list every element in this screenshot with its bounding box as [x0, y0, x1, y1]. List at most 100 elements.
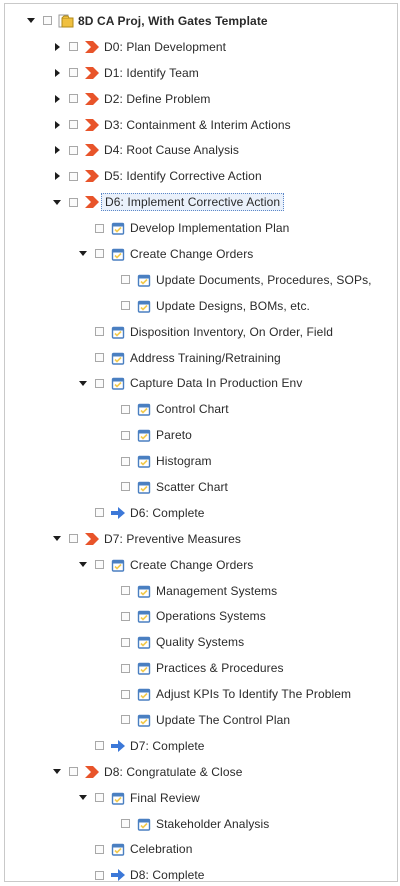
tree-row-label[interactable]: Histogram	[156, 454, 212, 468]
row-checkbox[interactable]	[69, 171, 78, 181]
row-checkbox[interactable]	[95, 378, 104, 388]
row-checkbox[interactable]	[121, 404, 130, 414]
expand-toggle-icon[interactable]	[51, 41, 63, 53]
tree-row-label[interactable]: D4: Root Cause Analysis	[104, 143, 239, 157]
tree-row-label[interactable]: D7: Preventive Measures	[104, 532, 241, 546]
tree-row[interactable]: Develop Implementation Plan	[5, 215, 395, 241]
collapse-toggle-icon[interactable]	[51, 533, 63, 545]
tree-row-label[interactable]: Control Chart	[156, 402, 229, 416]
tree-row[interactable]: Stakeholder Analysis	[5, 811, 395, 837]
tree-row[interactable]: Control Chart	[5, 396, 395, 422]
tree-row[interactable]: D8: Complete	[5, 862, 395, 881]
tree-row[interactable]: D4: Root Cause Analysis	[5, 137, 395, 163]
tree-row-label[interactable]: Practices & Procedures	[156, 661, 284, 675]
tree-row-label[interactable]: Create Change Orders	[130, 247, 253, 261]
tree-row[interactable]: Address Training/Retraining	[5, 345, 395, 371]
collapse-toggle-icon[interactable]	[25, 15, 37, 27]
tree-row-label[interactable]: Create Change Orders	[130, 558, 253, 572]
row-checkbox[interactable]	[95, 844, 104, 854]
tree-row-label[interactable]: D7: Complete	[130, 739, 205, 753]
tree-row[interactable]: D7: Preventive Measures	[5, 526, 395, 552]
tree-row[interactable]: Celebration	[5, 837, 395, 863]
expand-toggle-icon[interactable]	[51, 67, 63, 79]
row-checkbox[interactable]	[121, 275, 130, 285]
row-checkbox[interactable]	[121, 819, 130, 829]
row-checkbox[interactable]	[69, 767, 78, 777]
expand-toggle-icon[interactable]	[51, 170, 63, 182]
row-checkbox[interactable]	[69, 197, 78, 207]
tree-row[interactable]: Scatter Chart	[5, 474, 395, 500]
tree-row-label[interactable]: D1: Identify Team	[104, 66, 199, 80]
row-checkbox[interactable]	[69, 145, 78, 155]
tree-row-label[interactable]: Stakeholder Analysis	[156, 817, 269, 831]
tree-row[interactable]: D1: Identify Team	[5, 60, 395, 86]
collapse-toggle-icon[interactable]	[77, 377, 89, 389]
tree-row[interactable]: Management Systems	[5, 578, 395, 604]
collapse-toggle-icon[interactable]	[77, 559, 89, 571]
tree-row[interactable]: D8: Congratulate & Close	[5, 759, 395, 785]
tree-row[interactable]: D3: Containment & Interim Actions	[5, 112, 395, 138]
tree-row-label[interactable]: Pareto	[156, 428, 192, 442]
tree-row[interactable]: Disposition Inventory, On Order, Field	[5, 319, 395, 345]
row-checkbox[interactable]	[95, 741, 104, 751]
tree-row-label[interactable]: Adjust KPIs To Identify The Problem	[156, 687, 351, 701]
tree-row[interactable]: Operations Systems	[5, 603, 395, 629]
row-checkbox[interactable]	[121, 637, 130, 647]
row-checkbox[interactable]	[95, 353, 104, 363]
row-checkbox[interactable]	[69, 94, 78, 104]
tree-row-label[interactable]: Quality Systems	[156, 635, 244, 649]
row-checkbox[interactable]	[95, 327, 104, 337]
tree-row[interactable]: D7: Complete	[5, 733, 395, 759]
tree-row[interactable]: Update Documents, Procedures, SOPs,	[5, 267, 395, 293]
tree-row-label[interactable]: Capture Data In Production Env	[130, 376, 302, 390]
tree-row-label[interactable]: D6: Implement Corrective Action	[101, 193, 285, 212]
row-checkbox[interactable]	[121, 586, 130, 596]
tree-row[interactable]: Histogram	[5, 448, 395, 474]
row-checkbox[interactable]	[121, 715, 130, 725]
tree-row[interactable]: Create Change Orders	[5, 552, 395, 578]
row-checkbox[interactable]	[121, 663, 130, 673]
tree-row[interactable]: Final Review	[5, 785, 395, 811]
row-checkbox[interactable]	[95, 249, 104, 259]
row-checkbox[interactable]	[121, 689, 130, 699]
tree-row-label[interactable]: D3: Containment & Interim Actions	[104, 118, 291, 132]
tree-row[interactable]: Quality Systems	[5, 629, 395, 655]
row-checkbox[interactable]	[69, 534, 78, 544]
tree-row-label[interactable]: Management Systems	[156, 584, 277, 598]
tree-row[interactable]: Update Designs, BOMs, etc.	[5, 293, 395, 319]
tree-row[interactable]: Capture Data In Production Env	[5, 370, 395, 396]
tree-row-label[interactable]: D5: Identify Corrective Action	[104, 169, 262, 183]
tree-row-label[interactable]: D8: Complete	[130, 868, 205, 881]
collapse-toggle-icon[interactable]	[77, 248, 89, 260]
row-checkbox[interactable]	[95, 508, 104, 518]
row-checkbox[interactable]	[95, 223, 104, 233]
tree-row-label[interactable]: 8D CA Proj, With Gates Template	[78, 14, 268, 28]
tree-row[interactable]: Adjust KPIs To Identify The Problem	[5, 681, 395, 707]
tree-row-label[interactable]: Disposition Inventory, On Order, Field	[130, 325, 333, 339]
tree-row[interactable]: D2: Define Problem	[5, 86, 395, 112]
tree-row[interactable]: D0: Plan Development	[5, 34, 395, 60]
tree-row-label[interactable]: Address Training/Retraining	[130, 351, 281, 365]
tree-row[interactable]: Pareto	[5, 422, 395, 448]
tree-row-label[interactable]: D6: Complete	[130, 506, 205, 520]
expand-toggle-icon[interactable]	[51, 119, 63, 131]
tree-row[interactable]: D6: Complete	[5, 500, 395, 526]
expand-toggle-icon[interactable]	[51, 93, 63, 105]
tree-row-label[interactable]: Update Designs, BOMs, etc.	[156, 299, 310, 313]
collapse-toggle-icon[interactable]	[77, 792, 89, 804]
row-checkbox[interactable]	[121, 430, 130, 440]
row-checkbox[interactable]	[69, 42, 78, 52]
row-checkbox[interactable]	[95, 560, 104, 570]
tree-row-label[interactable]: Update The Control Plan	[156, 713, 290, 727]
row-checkbox[interactable]	[43, 16, 52, 26]
row-checkbox[interactable]	[121, 301, 130, 311]
tree-row-label[interactable]: Update Documents, Procedures, SOPs,	[156, 273, 372, 287]
tree-row-label[interactable]: Develop Implementation Plan	[130, 221, 289, 235]
row-checkbox[interactable]	[95, 793, 104, 803]
tree-row[interactable]: Practices & Procedures	[5, 655, 395, 681]
tree-row[interactable]: D6: Implement Corrective Action	[5, 189, 395, 215]
tree-row-label[interactable]: Final Review	[130, 791, 200, 805]
row-checkbox[interactable]	[95, 870, 104, 880]
tree-row-label[interactable]: D2: Define Problem	[104, 92, 211, 106]
tree-row[interactable]: Create Change Orders	[5, 241, 395, 267]
